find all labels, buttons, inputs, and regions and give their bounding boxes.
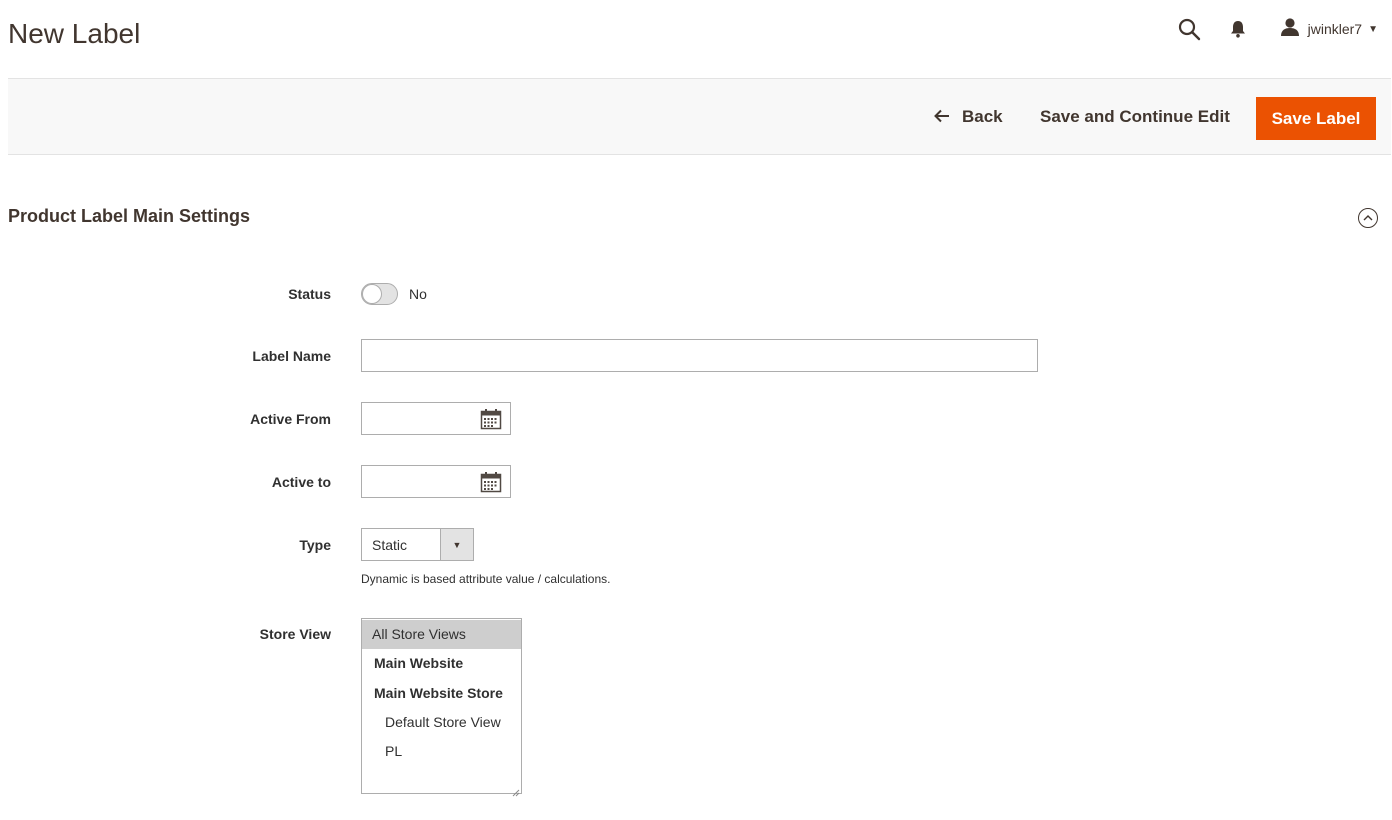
arrow-left-icon xyxy=(934,107,950,128)
collapse-section-icon[interactable] xyxy=(1358,208,1378,228)
label-name-input[interactable] xyxy=(361,339,1038,372)
calendar-icon[interactable] xyxy=(480,471,502,493)
type-note: Dynamic is based attribute value / calcu… xyxy=(361,572,611,586)
store-view-group-website: Main Website xyxy=(374,655,464,671)
type-label: Type xyxy=(299,537,331,553)
user-icon xyxy=(1280,17,1300,42)
calendar-icon[interactable] xyxy=(480,408,502,430)
page-title: New Label xyxy=(8,18,141,49)
status-toggle[interactable] xyxy=(361,283,398,305)
store-view-multiselect[interactable]: All Store Views Main Website Main Websit… xyxy=(361,618,522,797)
back-button[interactable]: Back xyxy=(926,97,1011,137)
store-view-option-default[interactable]: Default Store View xyxy=(362,708,521,737)
user-menu[interactable]: jwinkler7 ▼ xyxy=(1280,17,1378,42)
chevron-down-icon: ▼ xyxy=(1368,23,1378,35)
store-view-option-pl[interactable]: PL xyxy=(362,737,521,766)
status-label: Status xyxy=(288,286,331,302)
type-selected-value: Static xyxy=(372,537,408,553)
toggle-knob xyxy=(362,284,382,304)
save-label-button[interactable]: Save Label xyxy=(1256,97,1376,140)
store-view-label: Store View xyxy=(259,626,331,642)
active-to-label: Active to xyxy=(271,474,331,490)
save-continue-button[interactable]: Save and Continue Edit xyxy=(1032,97,1238,137)
active-from-label: Active From xyxy=(250,411,331,427)
page-actions-bar: Back Save and Continue Edit Save Label xyxy=(8,78,1391,155)
chevron-down-icon: ▼ xyxy=(440,529,473,560)
username: jwinkler7 xyxy=(1307,21,1363,37)
store-view-group-store: Main Website Store xyxy=(374,685,503,701)
search-icon[interactable] xyxy=(1174,14,1204,44)
label-name-label: Label Name xyxy=(252,348,331,364)
active-from-field xyxy=(361,402,511,435)
type-select[interactable]: Static ▼ xyxy=(361,528,474,561)
section-title: Product Label Main Settings xyxy=(8,206,251,226)
active-to-input[interactable] xyxy=(362,466,472,497)
bell-icon[interactable] xyxy=(1226,14,1250,44)
resize-handle-icon[interactable] xyxy=(512,784,520,797)
store-view-option-all[interactable]: All Store Views xyxy=(362,620,521,649)
header-actions: jwinkler7 ▼ xyxy=(1174,14,1378,44)
status-value-text: No xyxy=(409,286,427,302)
active-to-field xyxy=(361,465,511,498)
active-from-input[interactable] xyxy=(362,403,472,434)
back-label: Back xyxy=(962,107,1003,126)
